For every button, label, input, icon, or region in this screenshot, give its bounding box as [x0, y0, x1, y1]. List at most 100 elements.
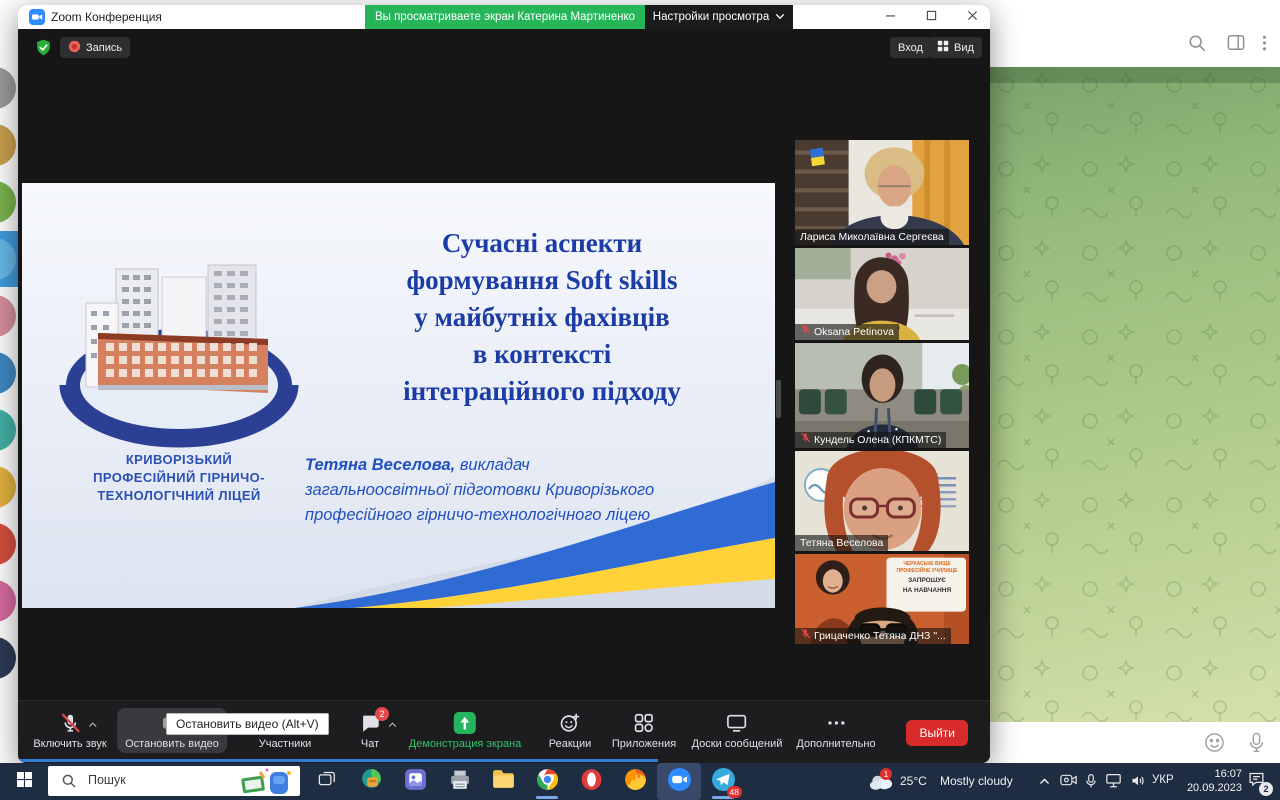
telegram-message-input[interactable] — [990, 722, 1280, 763]
leave-meeting-button[interactable]: Выйти — [906, 720, 968, 746]
chat-avatar[interactable] — [0, 181, 16, 223]
printer-icon — [447, 767, 472, 797]
emoji-icon[interactable] — [1204, 732, 1225, 758]
camera-tray-icon[interactable] — [1060, 773, 1077, 792]
zoom-taskbar-button[interactable] — [657, 763, 701, 800]
recruitment-poster: ЧЕРКАСЬКЕ ВИЩЕПРОФЕСІЙНЕ УЧИЛИЩЕЗАПРОШУЄ… — [891, 561, 963, 595]
opera-icon — [579, 767, 604, 797]
voice-message-icon[interactable] — [1248, 732, 1265, 759]
chat-avatar[interactable] — [0, 124, 16, 166]
включить-звук-button[interactable]: Включить звук — [25, 708, 114, 753]
weather-description[interactable]: Mostly cloudy — [940, 774, 1013, 788]
scan-app-icon — [403, 767, 428, 797]
mic-off-icon — [800, 324, 811, 340]
chevron-up-icon[interactable] — [388, 719, 397, 731]
record-icon — [68, 40, 81, 56]
printer-taskbar-button[interactable] — [437, 763, 481, 800]
дополнительно-button[interactable]: Дополнительно — [788, 708, 883, 753]
slide-title: Сучасні аспекти формування Soft skills у… — [317, 225, 767, 410]
chat-avatar[interactable] — [0, 352, 16, 394]
chat-avatar[interactable] — [0, 523, 16, 565]
clock[interactable]: 16:07 20.09.2023 — [1180, 768, 1242, 795]
notification-center-button[interactable]: 2 — [1248, 771, 1265, 792]
windows-taskbar: Пошук 48 1 25°C Mostly cloudy УКР 16:07 … — [0, 763, 1280, 800]
zoom-toolbar: Включить звукОстановить видеоУчастники2Ч… — [18, 700, 990, 763]
taskbar-search[interactable]: Пошук — [48, 766, 300, 796]
mic-off-icon — [800, 628, 811, 644]
zoom-logo-icon — [29, 9, 45, 30]
ethernet-icon[interactable] — [1105, 773, 1122, 793]
participant-video[interactable]: Кундель Олена (КПКМТС) — [795, 343, 969, 448]
firefox-taskbar-button[interactable] — [613, 763, 657, 800]
доски-сообщений-button[interactable]: Доски сообщений — [684, 708, 791, 753]
task-view-icon — [318, 771, 336, 793]
chat-avatar[interactable] — [0, 295, 16, 337]
telegram-window — [990, 0, 1280, 763]
volume-icon[interactable] — [1130, 773, 1146, 793]
participant-name-label: Грицаченко Тетяна ДНЗ "... — [795, 628, 951, 644]
zoom-meeting-window: Zoom Конференция Вы просматриваете экран… — [18, 5, 990, 763]
chrome-taskbar-button[interactable] — [525, 763, 569, 800]
чат-button[interactable]: 2Чат — [351, 708, 389, 753]
participant-video[interactable]: ЧЕРКАСЬКЕ ВИЩЕПРОФЕСІЙНЕ УЧИЛИЩЕЗАПРОШУЄ… — [795, 554, 969, 644]
participant-name-label: Тетяна Веселова — [795, 535, 888, 551]
приложения-button[interactable]: Приложения — [604, 708, 684, 753]
chrome-icon — [535, 767, 560, 797]
chat-avatar[interactable] — [0, 637, 16, 679]
telegram-header — [990, 0, 1280, 68]
screen: Zoom Конференция Вы просматриваете экран… — [0, 0, 1280, 800]
video-panel-collapse-handle[interactable] — [776, 380, 781, 418]
participant-video[interactable]: Oksana Petinova — [795, 248, 969, 340]
maximize-button[interactable] — [915, 5, 947, 29]
chat-avatar[interactable] — [0, 409, 16, 451]
participant-name-label: Лариса Миколаївна Сергеєва — [795, 229, 949, 245]
mic-off-icon — [800, 432, 811, 448]
chat-avatar[interactable] — [0, 67, 16, 109]
close-button[interactable] — [956, 5, 988, 29]
telegram-chat-list-strip — [0, 0, 18, 763]
telegram-taskbar-button[interactable]: 48 — [701, 763, 745, 800]
time: 16:07 — [1180, 768, 1242, 782]
login-button[interactable]: Вход — [890, 37, 931, 58]
firefox-icon — [623, 767, 648, 797]
shared-screen-slide: Сучасні аспекти формування Soft skills у… — [22, 183, 775, 608]
view-button[interactable]: Вид — [929, 37, 982, 58]
utility-app-taskbar-button[interactable] — [349, 763, 393, 800]
panel-toggle-icon[interactable] — [1227, 34, 1245, 56]
mic-tray-icon[interactable] — [1085, 773, 1097, 794]
utility-app-icon — [359, 767, 384, 797]
chat-avatar[interactable] — [0, 466, 16, 508]
apps-icon — [633, 712, 655, 737]
реакции-button[interactable]: Реакции — [541, 708, 600, 753]
search-icon[interactable] — [1188, 34, 1206, 57]
security-shield-icon[interactable] — [34, 38, 53, 62]
stop-video-tooltip: Остановить видео (Alt+V) — [166, 713, 329, 735]
start-button[interactable] — [0, 763, 48, 800]
chevron-up-icon[interactable] — [88, 719, 97, 731]
grid-view-icon — [937, 40, 949, 55]
hidden-icons-chevron[interactable] — [1038, 775, 1051, 793]
date: 20.09.2023 — [1180, 782, 1242, 796]
scan-app-taskbar-button[interactable] — [393, 763, 437, 800]
participant-video[interactable]: Тетяна Веселова — [795, 451, 969, 551]
file-explorer-taskbar-button[interactable] — [481, 763, 525, 800]
search-icon — [61, 773, 77, 794]
minimize-button[interactable] — [874, 5, 906, 29]
view-options-dropdown[interactable]: Настройки просмотра — [645, 5, 793, 29]
chat-avatar[interactable] — [0, 580, 16, 622]
participant-video[interactable]: Лариса Миколаївна Сергеєва — [795, 140, 969, 245]
opera-taskbar-button[interactable] — [569, 763, 613, 800]
screen-share-banner: Вы просматриваете экран Катерина Мартине… — [365, 5, 645, 29]
task-view-taskbar-button[interactable] — [305, 763, 349, 800]
chevron-down-icon — [775, 5, 785, 29]
weather-alert-badge: 1 — [880, 768, 892, 780]
reactions-icon — [559, 712, 581, 737]
lyceum-name: КРИВОРІЗЬКИЙ ПРОФЕСІЙНИЙ ГІРНИЧО- ТЕХНОЛ… — [48, 451, 310, 505]
file-explorer-icon — [491, 767, 516, 797]
recording-indicator[interactable]: Запись — [60, 37, 130, 58]
weather-temperature[interactable]: 25°C — [900, 774, 927, 788]
language-indicator[interactable]: УКР — [1152, 774, 1174, 786]
menu-kebab-icon[interactable] — [1262, 34, 1267, 57]
демонстрация-экрана-button[interactable]: Демонстрация экрана — [401, 708, 529, 753]
share-screen-icon — [453, 711, 477, 738]
